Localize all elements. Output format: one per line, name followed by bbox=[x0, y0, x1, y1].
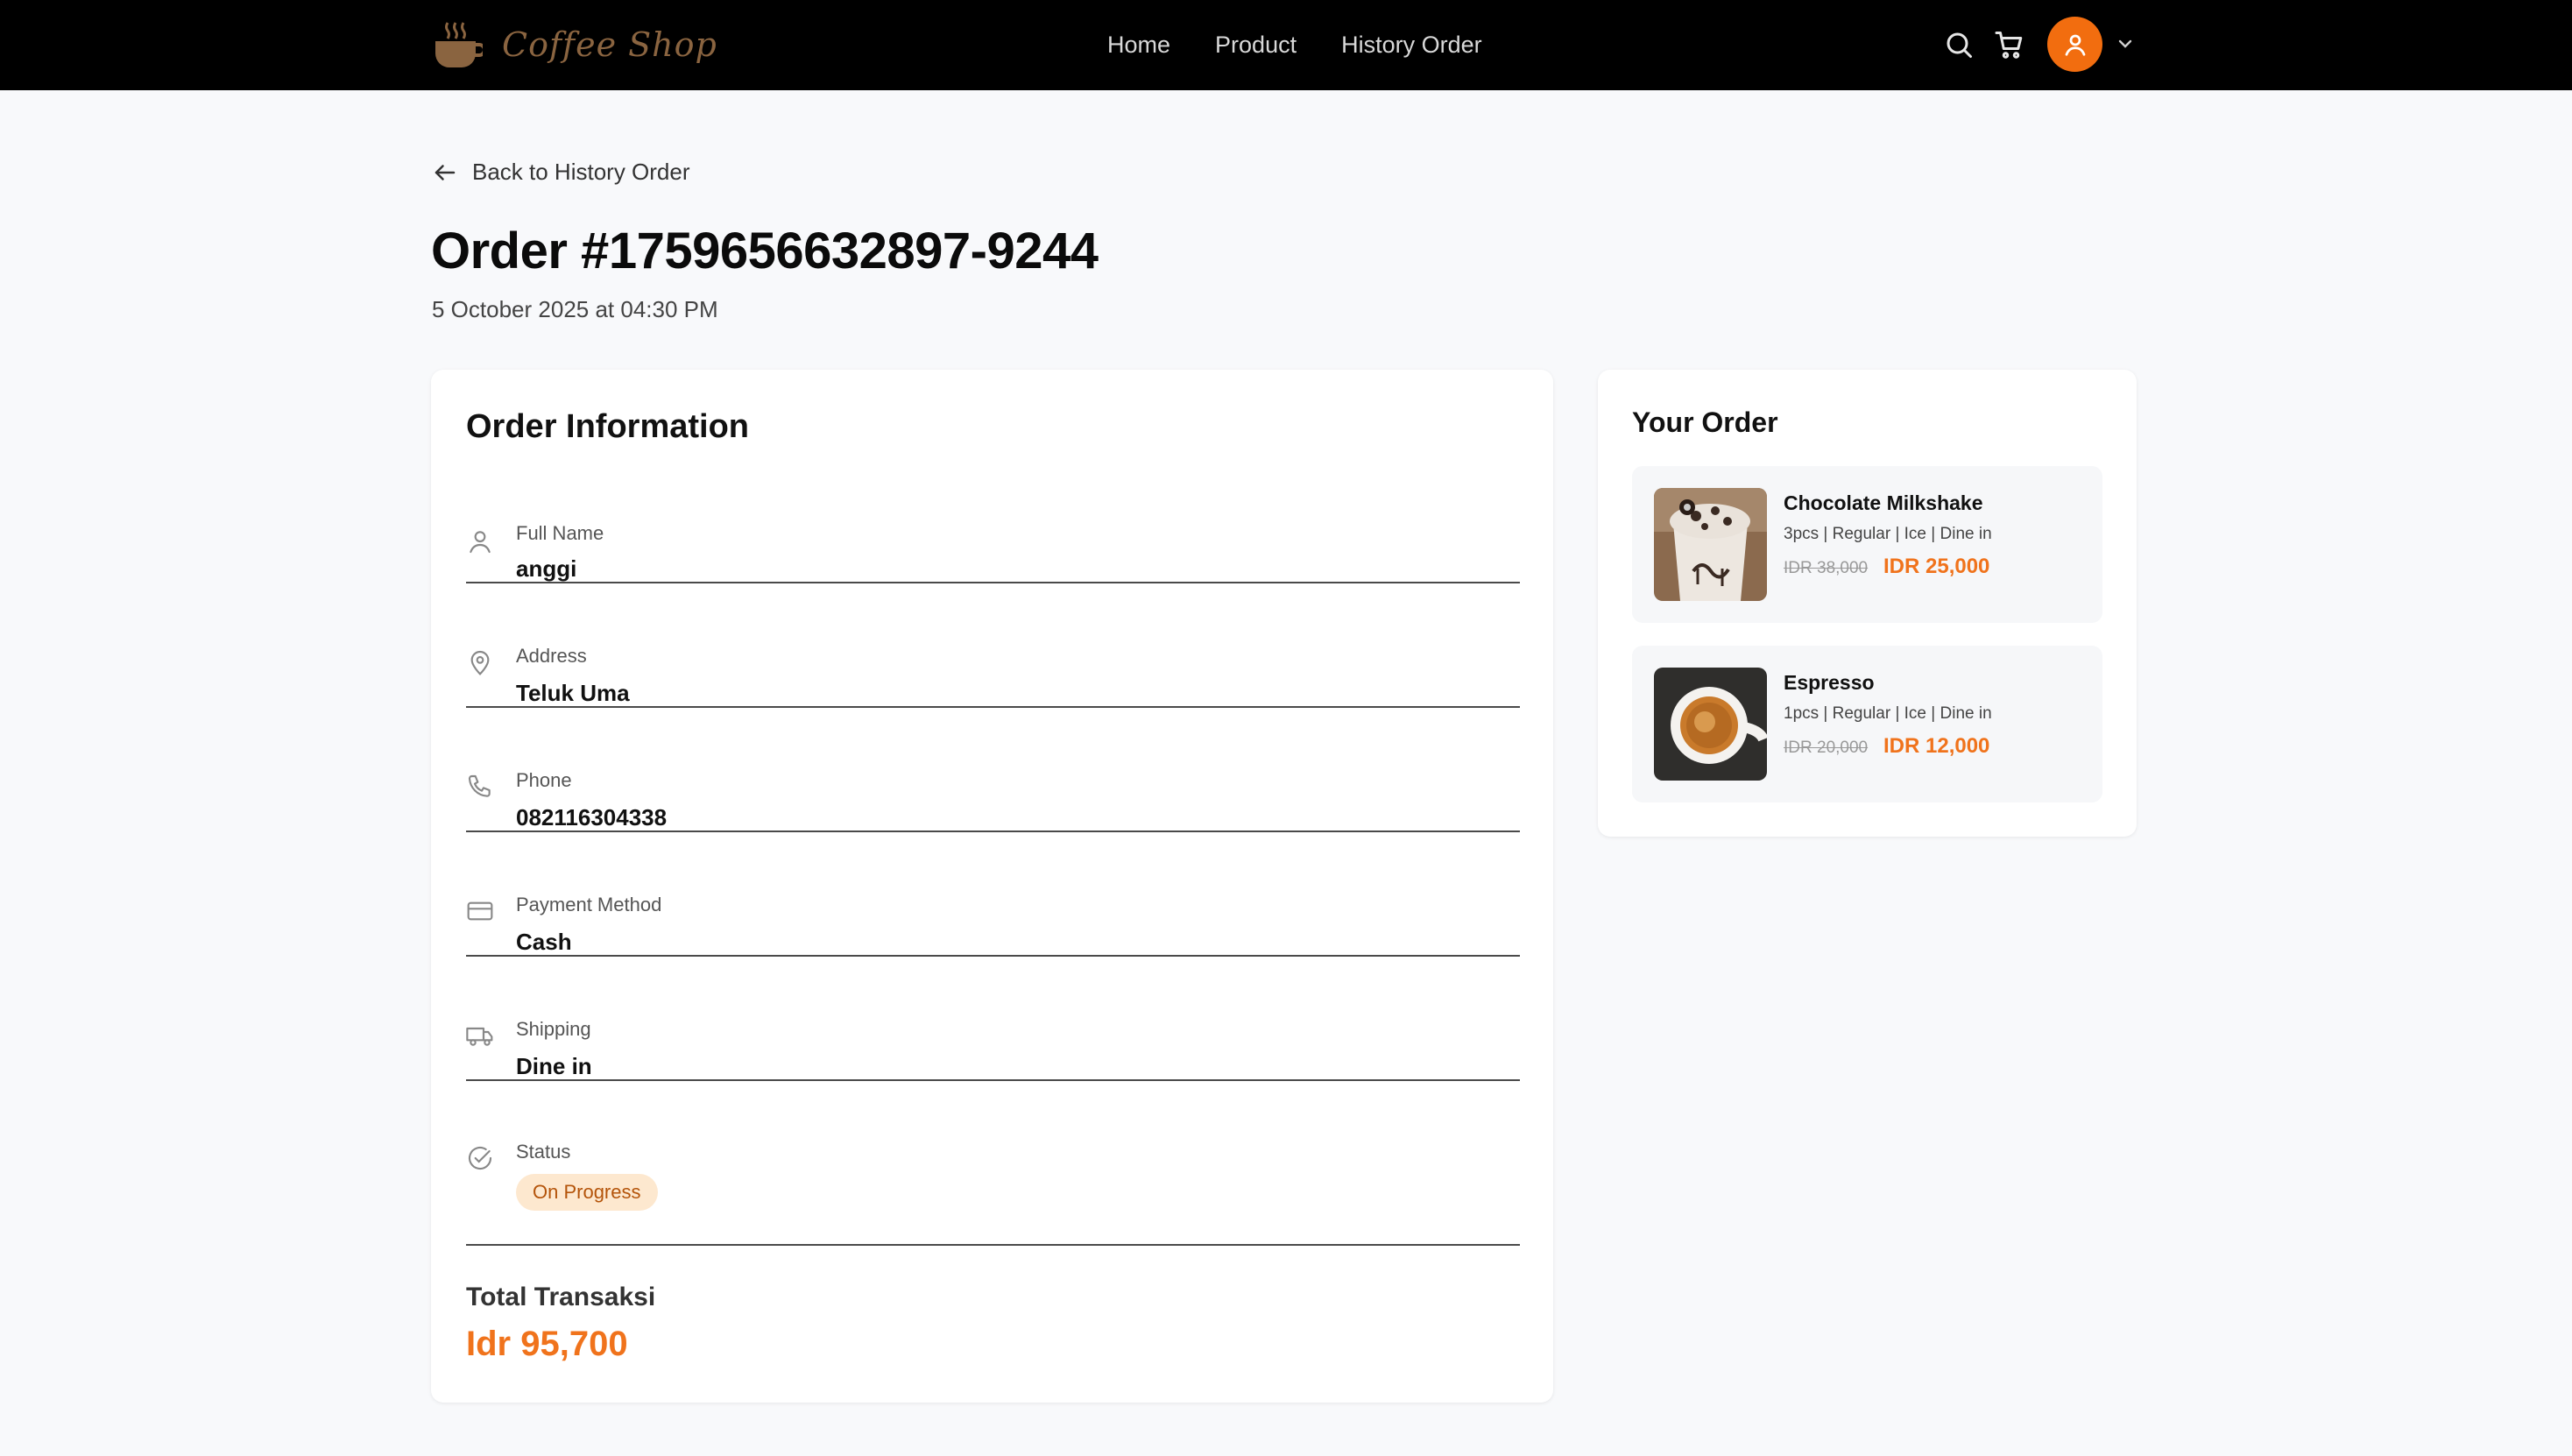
your-order-title: Your Order bbox=[1632, 406, 1778, 438]
field-status: Status On Progress bbox=[466, 1121, 1520, 1246]
product-image-chocolate-milkshake bbox=[1654, 488, 1767, 601]
field-value: Dine in bbox=[516, 1053, 592, 1079]
arrow-left-icon bbox=[435, 164, 456, 180]
order-date: 5 October 2025 at 04:30 PM bbox=[432, 296, 718, 322]
user-avatar-button[interactable] bbox=[2047, 17, 2102, 72]
field-value: Teluk Uma bbox=[516, 680, 630, 706]
field-value: Cash bbox=[516, 929, 572, 955]
field-phone: Phone 082116304338 bbox=[466, 748, 1520, 832]
back-to-history-link[interactable]: Back to History Order bbox=[432, 159, 690, 186]
item-options: 1pcs | Regular | Ice | Dine in bbox=[1784, 704, 1992, 723]
field-label: Phone bbox=[516, 769, 572, 791]
field-shipping: Shipping Dine in bbox=[466, 997, 1520, 1081]
user-icon bbox=[2065, 34, 2085, 56]
cart-icon[interactable] bbox=[1994, 29, 2025, 60]
brand-logo[interactable]: Coffee Shop bbox=[432, 19, 717, 70]
item-name: Espresso bbox=[1784, 671, 1875, 694]
order-information-title: Order Information bbox=[466, 408, 750, 445]
phone-icon bbox=[468, 774, 491, 797]
field-value: anggi bbox=[516, 555, 577, 582]
top-navbar: Coffee Shop Home Product History Order bbox=[0, 0, 2572, 90]
order-item[interactable]: Chocolate Milkshake 3pcs | Regular | Ice… bbox=[1632, 466, 2102, 623]
main-nav: Home Product History Order bbox=[1107, 0, 1482, 90]
truck-icon bbox=[466, 1027, 493, 1046]
total-value: Idr 95,700 bbox=[466, 1325, 628, 1363]
order-information-card: Order Information Full Name anggi Addres… bbox=[431, 370, 1553, 1403]
item-original-price: IDR 20,000 bbox=[1784, 739, 1869, 757]
field-full-name: Full Name anggi bbox=[466, 499, 1520, 583]
nav-home[interactable]: Home bbox=[1107, 32, 1170, 59]
item-options: 3pcs | Regular | Ice | Dine in bbox=[1784, 525, 1992, 543]
back-link-label: Back to History Order bbox=[472, 159, 690, 185]
status-badge: On Progress bbox=[516, 1174, 658, 1211]
item-price: IDR 12,000 bbox=[1883, 734, 1990, 758]
field-payment-method: Payment Method Cash bbox=[466, 873, 1520, 957]
field-label: Shipping bbox=[516, 1018, 591, 1040]
field-value: 082116304338 bbox=[516, 804, 668, 830]
product-image-espresso bbox=[1654, 668, 1767, 781]
total-label: Total Transaksi bbox=[466, 1283, 656, 1311]
field-label: Address bbox=[516, 645, 587, 667]
your-order-card: Your Order Chocolate Milkshake 3pcs | Re… bbox=[1598, 370, 2137, 837]
field-label: Full Name bbox=[516, 522, 604, 544]
field-address: Address Teluk Uma bbox=[466, 624, 1520, 708]
page-title: Order #1759656632897-9244 bbox=[431, 223, 1099, 279]
nav-history-order[interactable]: History Order bbox=[1341, 32, 1482, 59]
item-original-price: IDR 38,000 bbox=[1784, 559, 1869, 577]
chevron-down-icon[interactable] bbox=[2115, 33, 2136, 54]
nav-product[interactable]: Product bbox=[1215, 32, 1297, 59]
map-pin-icon bbox=[470, 650, 490, 675]
order-item[interactable]: Espresso 1pcs | Regular | Ice | Dine in … bbox=[1632, 646, 2102, 802]
user-icon bbox=[470, 531, 491, 554]
item-name: Chocolate Milkshake bbox=[1784, 491, 1983, 514]
item-price: IDR 25,000 bbox=[1883, 555, 1990, 578]
field-label: Status bbox=[516, 1141, 571, 1163]
credit-card-icon bbox=[467, 901, 493, 921]
coffee-cup-icon bbox=[435, 22, 483, 67]
check-circle-icon bbox=[468, 1146, 492, 1170]
search-icon[interactable] bbox=[1943, 29, 1975, 60]
field-label: Payment Method bbox=[516, 894, 662, 915]
brand-name: Coffee Shop bbox=[502, 25, 717, 64]
